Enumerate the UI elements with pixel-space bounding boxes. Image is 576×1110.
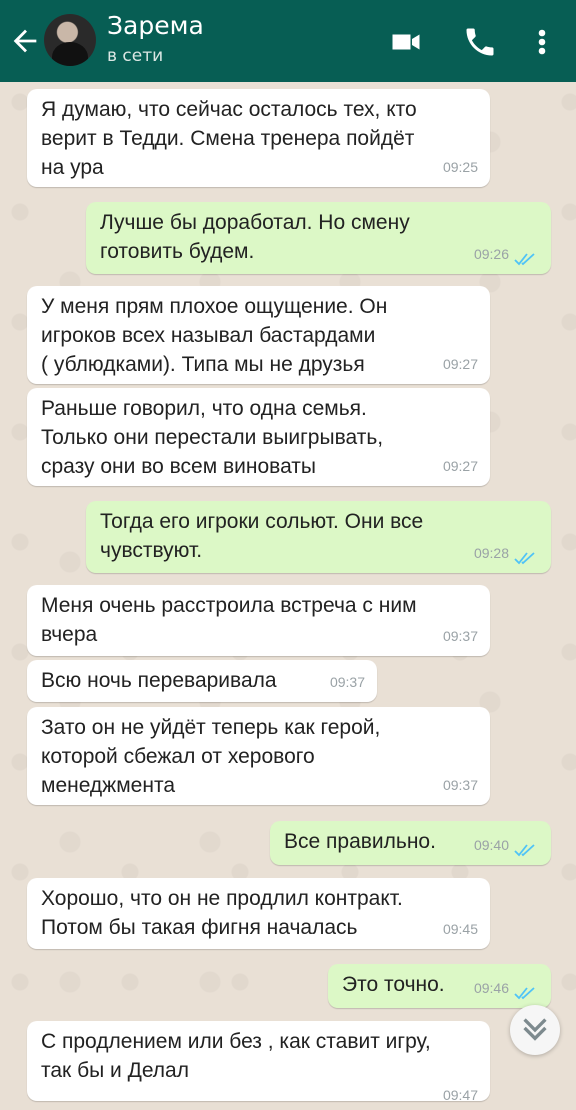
double-check-icon (514, 552, 535, 565)
message-time: 09:26 (473, 246, 509, 262)
message-bubble-incoming[interactable]: Раньше говорил, что одна семья. Только о… (27, 388, 490, 486)
message-time: 09:27 (442, 458, 478, 474)
message-bubble-incoming[interactable]: Зато он не уйдёт теперь как герой, котор… (27, 707, 490, 805)
message-text: Раньше говорил, что одна семья. Только о… (41, 397, 384, 478)
message-time: 09:45 (442, 921, 478, 937)
message-bubble-outgoing[interactable]: Тогда его игроки сольют. Они все чувству… (86, 501, 551, 573)
message-text: Все правильно. (284, 830, 436, 853)
message-bubble-incoming[interactable]: С продлением или без , как ставит игру, … (27, 1021, 490, 1103)
message-time: 09:46 (473, 980, 509, 996)
message-bubble-incoming[interactable]: У меня прям плохое ощущение. Он игроков … (27, 286, 490, 384)
back-arrow-icon[interactable] (8, 24, 42, 58)
phone-icon[interactable] (462, 24, 498, 60)
message-time: 09:47 (442, 1087, 478, 1103)
message-text: С продлением или без , как ставит игру, … (41, 1030, 431, 1082)
message-bubble-outgoing[interactable]: Лучше бы доработал. Но смену готовить бу… (86, 202, 551, 274)
contact-avatar[interactable] (44, 14, 96, 66)
message-bubble-incoming[interactable]: Меня очень расстроила встреча с ним вчер… (27, 585, 490, 656)
more-options-icon[interactable] (524, 24, 560, 60)
message-time: 09:40 (473, 837, 509, 853)
message-bubble-incoming[interactable]: Я думаю, что сейчас осталось тех, кто ве… (27, 89, 490, 187)
double-check-icon (514, 844, 535, 857)
message-time: 09:37 (442, 628, 478, 644)
message-text: Лучше бы доработал. Но смену готовить бу… (100, 211, 410, 263)
message-text: Меня очень расстроила встреча с ним вчер… (41, 594, 417, 646)
message-text: У меня прям плохое ощущение. Он игроков … (41, 295, 388, 376)
message-time: 09:37 (442, 777, 478, 793)
contact-status: в сети (107, 46, 164, 66)
scroll-to-bottom-button[interactable] (510, 1005, 560, 1055)
message-text: Всю ночь переваривала (41, 669, 277, 692)
chat-header: Зарема в сети (0, 0, 576, 82)
message-bubble-incoming[interactable]: Хорошо, что он не продлил контракт. Пото… (27, 878, 490, 949)
contact-name[interactable]: Зарема (107, 11, 204, 41)
message-bubble-incoming[interactable]: Всю ночь переваривала 09:37 (27, 660, 377, 702)
scroll-down-icon (523, 1018, 547, 1041)
message-time: 09:25 (442, 159, 478, 175)
message-time: 09:37 (329, 674, 365, 690)
message-bubble-outgoing[interactable]: Это точно. 09:46 (328, 964, 551, 1008)
message-time: 09:28 (473, 545, 509, 561)
message-text: Тогда его игроки сольют. Они все чувству… (100, 510, 424, 562)
message-bubble-outgoing[interactable]: Все правильно. 09:40 (270, 821, 551, 865)
message-text: Я думаю, что сейчас осталось тех, кто ве… (41, 98, 417, 179)
message-text: Хорошо, что он не продлил контракт. Пото… (41, 887, 403, 939)
message-time: 09:27 (442, 356, 478, 372)
message-text: Зато он не уйдёт теперь как герой, котор… (41, 716, 381, 797)
double-check-icon (514, 253, 535, 266)
message-text: Это точно. (342, 973, 445, 996)
video-call-icon[interactable] (388, 24, 424, 60)
double-check-icon (514, 987, 535, 1000)
